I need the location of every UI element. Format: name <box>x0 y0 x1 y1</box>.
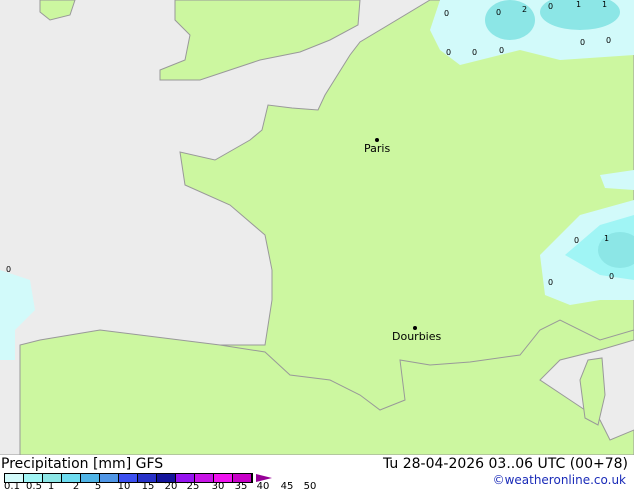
legend-title: Precipitation [mm] GFS <box>1 456 164 472</box>
value-label: 1 <box>604 234 610 243</box>
copyright-link[interactable]: ©weatheronline.co.uk <box>493 473 626 487</box>
scale-tick-label: 50 <box>303 481 317 492</box>
forecast-datetime: Tu 28-04-2026 03..06 UTC (00+78) <box>382 456 628 472</box>
value-label: 2 <box>522 5 528 14</box>
legend-footer: Precipitation [mm] GFS Tu 28-04-2026 03.… <box>0 455 634 492</box>
scale-tick-label: 25 <box>186 481 200 492</box>
value-label: 0 <box>580 38 586 47</box>
scale-tick-label: 35 <box>234 481 248 492</box>
value-label: 0 <box>472 48 478 57</box>
scale-tick-label: 15 <box>141 481 155 492</box>
value-label: 0 <box>609 272 615 281</box>
value-label: 0 <box>606 36 612 45</box>
scale-tick-label: 40 <box>256 481 270 492</box>
value-label: 1 <box>602 0 608 9</box>
scale-tick-label: 30 <box>211 481 225 492</box>
value-label: 1 <box>576 0 582 9</box>
scale-tick-label: 0.1 <box>4 481 20 492</box>
scale-tick-label: 10 <box>117 481 131 492</box>
value-label: 0 <box>496 8 502 17</box>
value-label: 0 <box>444 9 450 18</box>
precipitation-map <box>0 0 634 455</box>
value-label: 0 <box>6 265 12 274</box>
scale-tick-label: 20 <box>164 481 178 492</box>
city-label-dourbies: Dourbies <box>392 330 442 343</box>
value-label: 0 <box>499 46 505 55</box>
scale-tick-label: 45 <box>280 481 294 492</box>
scale-tick-label: 2 <box>72 481 80 492</box>
value-label: 0 <box>548 278 554 287</box>
scale-swatch <box>100 474 119 482</box>
scale-tick-label: 1 <box>47 481 55 492</box>
scale-tick-label: 5 <box>94 481 102 492</box>
city-label-paris: Paris <box>364 142 391 155</box>
value-label: 0 <box>548 2 554 11</box>
scale-tick-label: 0.5 <box>26 481 42 492</box>
value-label: 0 <box>446 48 452 57</box>
value-label: 0 <box>574 236 580 245</box>
